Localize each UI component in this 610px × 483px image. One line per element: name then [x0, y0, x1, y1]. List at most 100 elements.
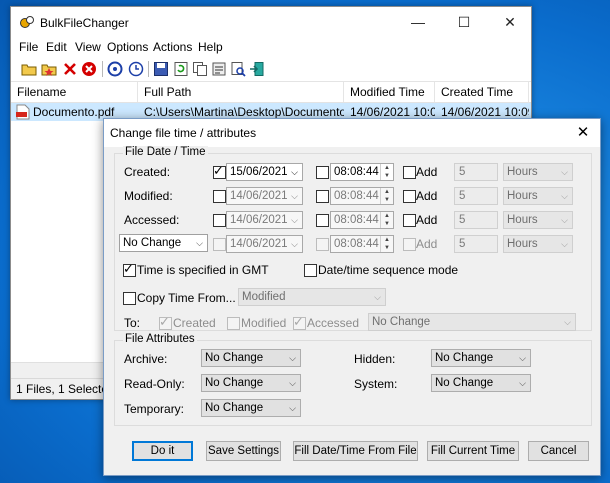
clock-icon[interactable] [128, 61, 144, 77]
change-unit-value: Hours [507, 238, 538, 250]
close-button[interactable]: ✕ [487, 7, 533, 37]
created-time-value: 08:08:44 [334, 166, 379, 178]
find-icon[interactable] [230, 61, 246, 77]
menu-file[interactable]: File [19, 40, 38, 54]
status-text: 1 Files, 1 Selected [16, 382, 115, 396]
modified-add-checkbox[interactable] [403, 190, 416, 203]
chevron-down-icon: ⌵ [291, 167, 298, 177]
menu-view[interactable]: View [75, 40, 101, 54]
change-mode-select[interactable]: No Change ⌵ [119, 234, 208, 252]
menu-edit[interactable]: Edit [46, 40, 67, 54]
created-checkbox[interactable]: ✓ [213, 163, 226, 179]
dialog-title-bar[interactable]: Change file time / attributes ✕ [104, 119, 600, 147]
change-time-checkbox[interactable] [316, 238, 329, 251]
modified-checkbox[interactable] [213, 190, 226, 203]
to-modified-checkbox[interactable] [227, 317, 240, 330]
to-label: To: [124, 316, 141, 330]
spin-arrows-icon[interactable]: ▲ ▼ [380, 236, 393, 252]
change-date-value: 14/06/2021 [230, 238, 288, 250]
copy-icon[interactable] [192, 61, 208, 77]
do-it-button[interactable]: Do it [132, 441, 193, 461]
open-folder-icon[interactable] [21, 61, 37, 77]
spin-arrows-icon[interactable]: ▲ ▼ [380, 188, 393, 204]
chevron-down-icon: ⌵ [519, 353, 526, 363]
column-full-path[interactable]: Full Path [138, 82, 344, 102]
change-add-label: Add [416, 237, 438, 251]
to-modified-label: Modified [241, 316, 287, 330]
cancel-button[interactable]: Cancel [528, 441, 589, 461]
save-icon[interactable] [153, 61, 169, 77]
column-modified-time[interactable]: Modified Time [344, 82, 435, 102]
column-created-time[interactable]: Created Time [435, 82, 529, 102]
accessed-date-value: 14/06/2021 [230, 214, 288, 226]
archive-select[interactable]: No Change ⌵ [201, 349, 301, 367]
copy-time-from-select[interactable]: Modified ⌵ [238, 288, 386, 306]
accessed-time-input[interactable]: 08:08:44 ▲ ▼ [330, 211, 394, 229]
read-only-select[interactable]: No Change ⌵ [201, 374, 301, 392]
modified-time-input[interactable]: 08:08:44 ▲ ▼ [330, 187, 394, 205]
fill-date-time-from-file-button[interactable]: Fill Date/Time From File [293, 441, 418, 461]
refresh-icon[interactable] [173, 61, 189, 77]
modified-date-picker[interactable]: 14/06/2021 ⌵ [226, 187, 303, 205]
accessed-date-picker[interactable]: 14/06/2021 ⌵ [226, 211, 303, 229]
created-add-value[interactable]: 5 [454, 163, 498, 181]
change-add-value[interactable]: 5 [454, 235, 498, 253]
attributes-group-legend: File Attributes [123, 333, 197, 345]
change-add-checkbox[interactable] [403, 238, 416, 251]
spin-arrows-icon[interactable]: ▲ ▼ [380, 212, 393, 228]
remove-icon[interactable] [62, 61, 78, 77]
accessed-time-checkbox[interactable] [316, 214, 329, 227]
save-settings-button[interactable]: Save Settings [206, 441, 281, 461]
menu-actions[interactable]: Actions [153, 40, 192, 54]
created-add-checkbox[interactable] [403, 166, 416, 179]
properties-icon[interactable] [211, 61, 227, 77]
hidden-select[interactable]: No Change ⌵ [431, 349, 531, 367]
column-filename[interactable]: Filename [11, 82, 138, 102]
spin-arrows-icon[interactable]: ▲ ▼ [380, 164, 393, 180]
maximize-button[interactable]: ☐ [441, 7, 487, 37]
temporary-select[interactable]: No Change ⌵ [201, 399, 301, 417]
stop-icon[interactable] [81, 61, 97, 77]
modified-time-checkbox[interactable] [316, 190, 329, 203]
exit-icon[interactable] [249, 61, 265, 77]
created-time-checkbox[interactable] [316, 166, 329, 179]
created-unit-select[interactable]: Hours ⌵ [503, 163, 573, 181]
horizontal-scrollbar[interactable] [11, 362, 107, 379]
created-time-input[interactable]: 08:08:44 ▲ ▼ [330, 163, 394, 181]
fill-current-time-button[interactable]: Fill Current Time [427, 441, 519, 461]
options-icon[interactable] [107, 61, 123, 77]
system-select[interactable]: No Change ⌵ [431, 374, 531, 392]
copy-time-from-checkbox[interactable] [123, 292, 136, 305]
to-created-checkbox[interactable]: ✓ [159, 314, 172, 330]
menu-help[interactable]: Help [198, 40, 223, 54]
sequence-mode-checkbox[interactable] [304, 264, 317, 277]
change-unit-select[interactable]: Hours ⌵ [503, 235, 573, 253]
dialog-title: Change file time / attributes [110, 126, 257, 140]
change-time-value: 08:08:44 [334, 238, 379, 250]
chevron-down-icon: ⌵ [291, 239, 298, 249]
modified-unit-select[interactable]: Hours ⌵ [503, 187, 573, 205]
add-files-icon[interactable] [41, 61, 57, 77]
modified-add-value[interactable]: 5 [454, 187, 498, 205]
accessed-checkbox[interactable] [213, 214, 226, 227]
menu-options[interactable]: Options [107, 40, 148, 54]
accessed-add-label: Add [416, 213, 438, 227]
title-bar[interactable]: BulkFileChanger — ☐ ✕ [11, 7, 531, 37]
minimize-button[interactable]: — [395, 7, 441, 37]
created-date-picker[interactable]: 15/06/2021 ⌵ [226, 163, 303, 181]
accessed-unit-select[interactable]: Hours ⌵ [503, 211, 573, 229]
modified-label: Modified: [124, 189, 173, 203]
to-created-label: Created [173, 316, 216, 330]
accessed-add-checkbox[interactable] [403, 214, 416, 227]
change-date-picker[interactable]: 14/06/2021 ⌵ [226, 235, 303, 253]
chevron-down-icon: ⌵ [561, 215, 568, 225]
change-time-input[interactable]: 08:08:44 ▲ ▼ [330, 235, 394, 253]
to-target-select[interactable]: No Change ⌵ [368, 313, 576, 331]
change-checkbox[interactable] [213, 238, 226, 251]
to-accessed-checkbox[interactable]: ✓ [293, 314, 306, 330]
gmt-checkbox[interactable]: ✓ [123, 261, 136, 277]
dialog-close-button[interactable]: ✕ [566, 119, 600, 147]
chevron-down-icon: ⌵ [289, 378, 296, 388]
chevron-down-icon: ⌵ [291, 191, 298, 201]
accessed-add-value[interactable]: 5 [454, 211, 498, 229]
